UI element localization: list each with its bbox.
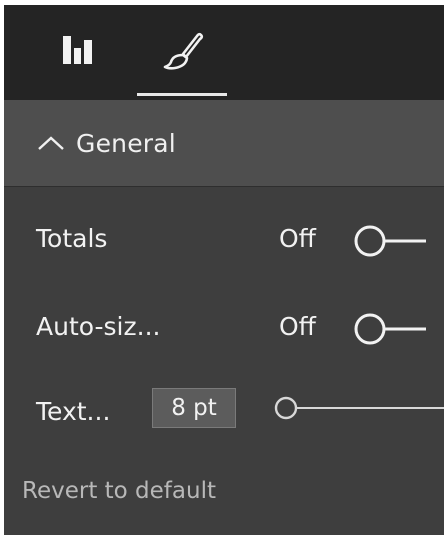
- chevron-up-icon: [36, 133, 68, 153]
- text-size-label: Text...: [36, 397, 111, 426]
- text-size-input[interactable]: 8 pt: [152, 388, 236, 428]
- general-section-header[interactable]: General: [4, 100, 444, 187]
- setting-row-text-size: Text... 8 pt: [4, 385, 444, 441]
- format-pane: General Totals Off Auto-siz... Off Text.…: [4, 5, 444, 535]
- totals-toggle[interactable]: [346, 224, 426, 258]
- section-title: General: [76, 128, 176, 158]
- auto-size-state: Off: [279, 312, 316, 341]
- tab-fields[interactable]: [42, 5, 114, 100]
- totals-label: Totals: [36, 224, 108, 253]
- tab-format[interactable]: [136, 5, 230, 100]
- pane-tab-bar: [4, 5, 444, 100]
- active-tab-indicator: [137, 93, 227, 96]
- setting-row-auto-size: Auto-siz... Off: [4, 300, 444, 356]
- auto-size-label: Auto-siz...: [36, 312, 161, 341]
- text-size-slider[interactable]: [266, 393, 444, 423]
- bar-chart-icon: [60, 33, 96, 73]
- setting-row-totals: Totals Off: [4, 212, 444, 268]
- auto-size-toggle[interactable]: [346, 312, 426, 346]
- totals-state: Off: [279, 224, 316, 253]
- paint-brush-icon: [161, 29, 205, 77]
- revert-to-default-link[interactable]: Revert to default: [22, 478, 216, 504]
